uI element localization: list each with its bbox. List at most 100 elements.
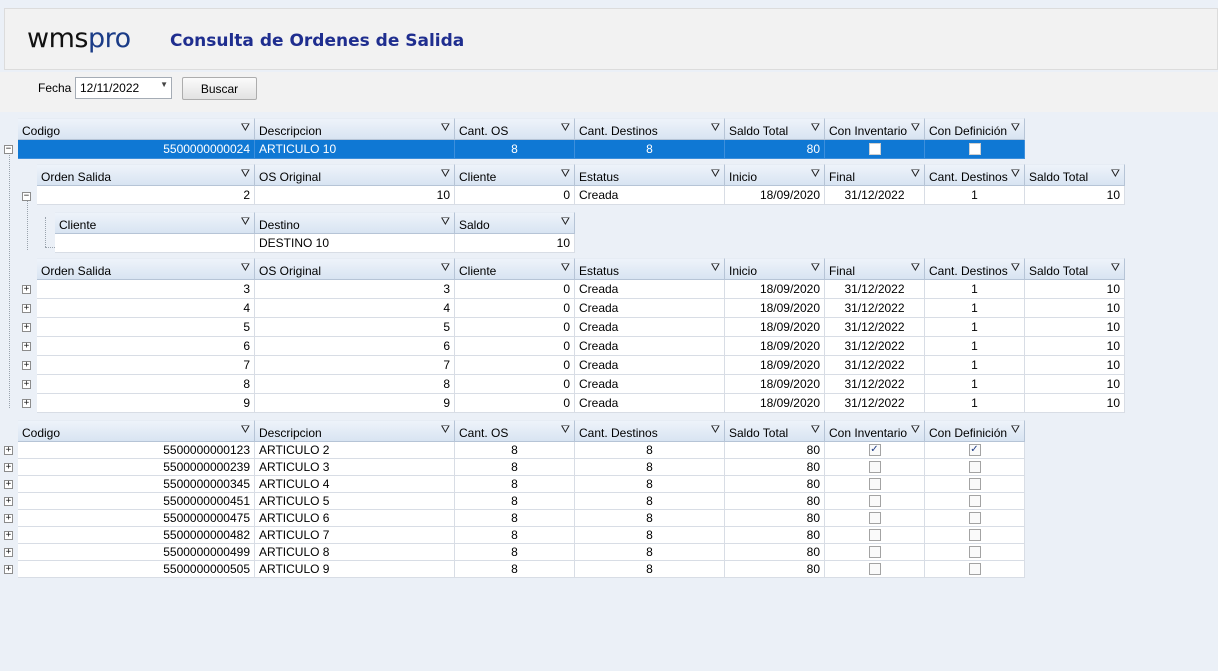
article-row-cant_os[interactable]: 8 <box>455 510 575 527</box>
article-row-cant_os[interactable]: 8 <box>455 476 575 493</box>
order-row-cliente[interactable]: 0 <box>455 394 575 413</box>
filter-icon[interactable]: ⛛ <box>441 424 450 437</box>
article-row-cant_os[interactable]: 8 <box>455 459 575 476</box>
article-row-cant_os[interactable]: 8 <box>455 544 575 561</box>
expand-icon[interactable]: + <box>22 361 31 370</box>
chevron-down-icon[interactable]: ▼ <box>160 80 168 89</box>
expand-icon[interactable]: + <box>4 480 13 489</box>
checked-checkbox[interactable]: ✓ <box>968 443 981 456</box>
unchecked-checkbox[interactable] <box>968 460 981 473</box>
order-row-orden_salida[interactable]: 7 <box>37 356 255 375</box>
filter-icon[interactable]: ⛛ <box>241 262 250 275</box>
con-inventario-cell[interactable] <box>825 459 925 476</box>
master2-header-2[interactable]: Cant. OS ⛛ <box>455 420 575 442</box>
master-header-1[interactable]: Descripcion ⛛ <box>255 118 455 140</box>
con-definicion-cell[interactable] <box>925 459 1025 476</box>
order-row-inicio[interactable]: 18/09/2020 <box>725 356 825 375</box>
order-row-estatus[interactable]: Creada <box>575 394 725 413</box>
filter-icon[interactable]: ⛛ <box>811 424 820 437</box>
order-row-orden_salida[interactable]: 3 <box>37 280 255 299</box>
article-row-codigo[interactable]: 5500000000499 <box>18 544 255 561</box>
selected-article-codigo[interactable]: 5500000000024 <box>18 140 255 159</box>
unchecked-checkbox[interactable] <box>968 528 981 541</box>
article-row-codigo[interactable]: 5500000000239 <box>18 459 255 476</box>
filter-icon[interactable]: ⛛ <box>711 168 720 181</box>
orden-header-1[interactable]: OS Original ⛛ <box>255 164 455 186</box>
orden2-header-5[interactable]: Final ⛛ <box>825 258 925 280</box>
orden2-header-1[interactable]: OS Original ⛛ <box>255 258 455 280</box>
order-row-cant_destinos[interactable]: 1 <box>925 375 1025 394</box>
article-row-codigo[interactable]: 5500000000123 <box>18 442 255 459</box>
order-row-cant_destinos[interactable]: 1 <box>925 280 1025 299</box>
filter-icon[interactable]: ⛛ <box>911 168 920 181</box>
order-row-os_original[interactable]: 9 <box>255 394 455 413</box>
order-row-saldo_total[interactable]: 10 <box>1025 337 1125 356</box>
expand-icon[interactable]: + <box>4 514 13 523</box>
expanded-order-inicio[interactable]: 18/09/2020 <box>725 186 825 205</box>
order-row-final[interactable]: 31/12/2022 <box>825 375 925 394</box>
order-row-final[interactable]: 31/12/2022 <box>825 318 925 337</box>
unchecked-checkbox[interactable] <box>868 562 881 575</box>
filter-icon[interactable]: ⛛ <box>1011 168 1020 181</box>
order-row-final[interactable]: 31/12/2022 <box>825 299 925 318</box>
article-row-saldo_total[interactable]: 80 <box>725 442 825 459</box>
order-row-saldo_total[interactable]: 10 <box>1025 318 1125 337</box>
article-row-cant_destinos[interactable]: 8 <box>575 459 725 476</box>
order-row-final[interactable]: 31/12/2022 <box>825 394 925 413</box>
master2-header-0[interactable]: Codigo ⛛ <box>18 420 255 442</box>
checked-checkbox[interactable]: ✓ <box>868 443 881 456</box>
filter-icon[interactable]: ⛛ <box>561 122 570 135</box>
order-row-saldo_total[interactable]: 10 <box>1025 375 1125 394</box>
filter-icon[interactable]: ⛛ <box>911 262 920 275</box>
unchecked-checkbox[interactable] <box>868 494 881 507</box>
con-inventario-cell[interactable] <box>825 527 925 544</box>
order-row-cant_destinos[interactable]: 1 <box>925 394 1025 413</box>
article-row-saldo_total[interactable]: 80 <box>725 544 825 561</box>
master2-header-6[interactable]: Con Definición ⛛ <box>925 420 1025 442</box>
destino-saldo[interactable]: 10 <box>455 234 575 253</box>
order-row-inicio[interactable]: 18/09/2020 <box>725 375 825 394</box>
unchecked-checkbox[interactable] <box>868 545 881 558</box>
filter-icon[interactable]: ⛛ <box>711 262 720 275</box>
article-row-saldo_total[interactable]: 80 <box>725 476 825 493</box>
filter-icon[interactable]: ⛛ <box>561 216 570 229</box>
expand-icon[interactable]: + <box>4 463 13 472</box>
con-definicion-cell[interactable] <box>925 561 1025 578</box>
article-row-cant_destinos[interactable]: 8 <box>575 493 725 510</box>
master-header-3[interactable]: Cant. Destinos ⛛ <box>575 118 725 140</box>
article-row-cant_destinos[interactable]: 8 <box>575 544 725 561</box>
orden2-header-2[interactable]: Cliente ⛛ <box>455 258 575 280</box>
filter-icon[interactable]: ⛛ <box>1011 424 1020 437</box>
order-row-inicio[interactable]: 18/09/2020 <box>725 299 825 318</box>
expanded-order-cliente[interactable]: 0 <box>455 186 575 205</box>
order-row-saldo_total[interactable]: 10 <box>1025 356 1125 375</box>
unchecked-checkbox[interactable] <box>868 460 881 473</box>
article-row-cant_os[interactable]: 8 <box>455 493 575 510</box>
order-row-cliente[interactable]: 0 <box>455 280 575 299</box>
expanded-order-os_original[interactable]: 10 <box>255 186 455 205</box>
article-row-saldo_total[interactable]: 80 <box>725 459 825 476</box>
con-definicion-cell[interactable] <box>925 493 1025 510</box>
order-row-os_original[interactable]: 6 <box>255 337 455 356</box>
order-row-os_original[interactable]: 4 <box>255 299 455 318</box>
unchecked-checkbox[interactable] <box>968 494 981 507</box>
expanded-order-estatus[interactable]: Creada <box>575 186 725 205</box>
order-row-cant_destinos[interactable]: 1 <box>925 318 1025 337</box>
article-row-cant_os[interactable]: 8 <box>455 527 575 544</box>
orden-header-5[interactable]: Final ⛛ <box>825 164 925 186</box>
con-inventario-cell[interactable] <box>825 544 925 561</box>
filter-icon[interactable]: ⛛ <box>241 168 250 181</box>
master-header-4[interactable]: Saldo Total ⛛ <box>725 118 825 140</box>
expand-icon[interactable]: + <box>22 399 31 408</box>
filter-icon[interactable]: ⛛ <box>911 424 920 437</box>
order-row-saldo_total[interactable]: 10 <box>1025 394 1125 413</box>
order-row-inicio[interactable]: 18/09/2020 <box>725 280 825 299</box>
order-row-saldo_total[interactable]: 10 <box>1025 299 1125 318</box>
order-row-estatus[interactable]: Creada <box>575 318 725 337</box>
master2-header-1[interactable]: Descripcion ⛛ <box>255 420 455 442</box>
selected-article-cant_os[interactable]: 8 <box>455 140 575 159</box>
con-inventario-cell[interactable]: ✓ <box>825 442 925 459</box>
filter-icon[interactable]: ⛛ <box>441 262 450 275</box>
order-row-cliente[interactable]: 0 <box>455 356 575 375</box>
order-row-os_original[interactable]: 5 <box>255 318 455 337</box>
